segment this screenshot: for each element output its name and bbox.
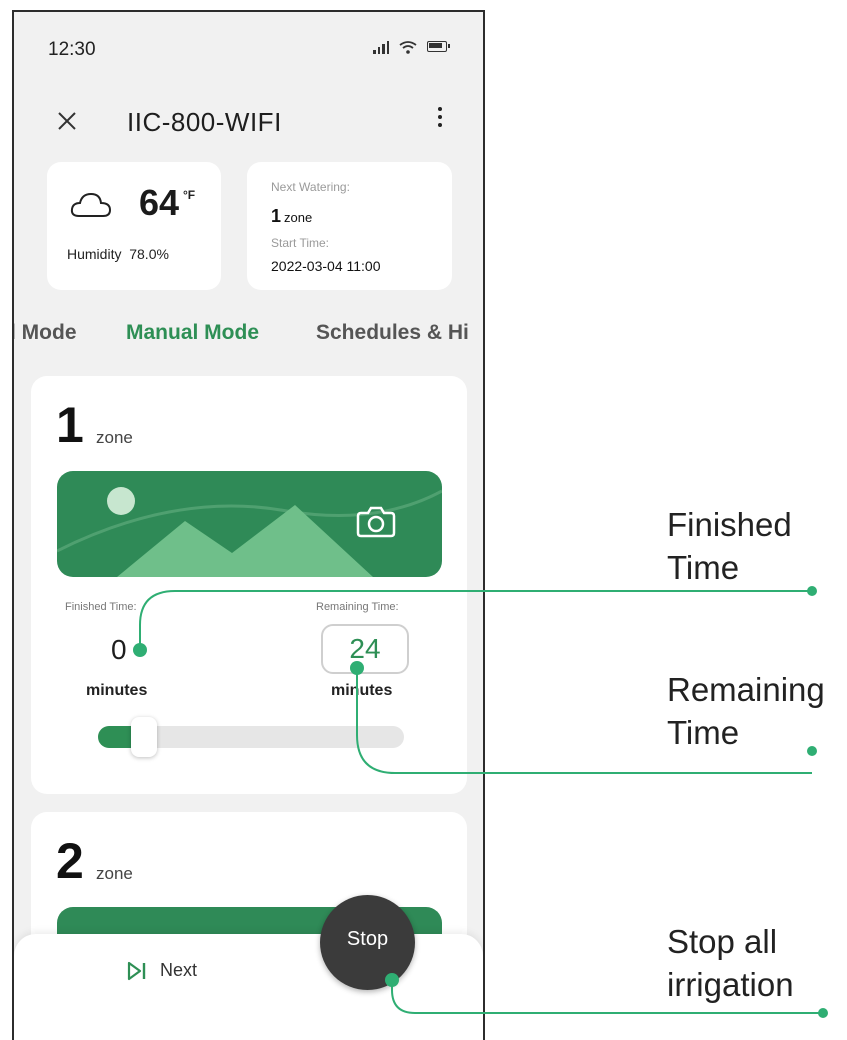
finished-time-unit: minutes xyxy=(86,682,148,699)
tab-manual-mode[interactable]: Manual Mode xyxy=(126,321,259,345)
zone-label: zone xyxy=(96,864,133,883)
start-time-value: 2022-03-04 11:00 xyxy=(271,258,381,274)
temperature-unit: °F xyxy=(183,188,196,202)
finished-time-annotation: Finished Time xyxy=(667,506,792,586)
next-watering-card[interactable]: Next Watering: 1 zone Start Time: 2022-03… xyxy=(247,162,452,290)
weather-card: 64 °F Humidity 78.0% xyxy=(47,162,221,290)
finished-time-label: Finished Time: xyxy=(65,601,137,613)
cloud-icon xyxy=(70,192,112,217)
stop-label: Stop xyxy=(346,928,389,950)
tab-schedules-history[interactable]: Schedules & Hi xyxy=(316,321,469,345)
remaining-time-annotation: Remaining Time xyxy=(667,671,825,751)
tab-auto-mode[interactable]: l Mode xyxy=(14,321,77,345)
wifi-icon xyxy=(399,41,417,54)
status-bar: 12:30 xyxy=(14,12,483,82)
zone-image[interactable] xyxy=(57,471,442,577)
stop-all-annotation: Stop all irrigation xyxy=(667,923,794,1003)
camera-icon[interactable] xyxy=(355,503,397,539)
zone-number: 2 xyxy=(56,833,84,889)
remaining-time-input[interactable]: 24 xyxy=(321,624,409,674)
more-vertical-icon[interactable] xyxy=(435,107,445,133)
status-icons xyxy=(373,40,450,54)
next-label: Next xyxy=(160,960,198,980)
next-button[interactable]: Next xyxy=(126,960,197,981)
stop-button[interactable]: Stop xyxy=(320,895,415,990)
zone-label: zone xyxy=(96,428,133,447)
temperature-value: 64 xyxy=(139,182,180,223)
close-icon[interactable] xyxy=(52,105,82,135)
humidity-text: Humidity 78.0% xyxy=(67,246,169,262)
remaining-time-unit: minutes xyxy=(331,682,393,699)
zone-number: 1 xyxy=(56,397,84,453)
finished-time-value: 0 xyxy=(111,634,127,665)
app-header: IIC-800-WIFI xyxy=(14,97,483,147)
slider-handle[interactable] xyxy=(131,717,157,757)
mode-tabs: l Mode Manual Mode Schedules & Hi xyxy=(14,317,483,357)
phone-screen: 12:30 IIC-800-WIFI 64 °F Humidity 78.0% xyxy=(12,10,485,1040)
start-time-label: Start Time: xyxy=(271,236,330,250)
device-title: IIC-800-WIFI xyxy=(127,107,282,137)
remaining-time-label: Remaining Time: xyxy=(316,601,399,613)
signal-icon xyxy=(373,40,389,54)
battery-icon xyxy=(427,41,450,52)
remaining-time-value: 24 xyxy=(349,633,381,664)
next-watering-zone: 1 zone xyxy=(271,206,313,226)
next-watering-label: Next Watering: xyxy=(271,180,350,194)
progress-fill xyxy=(98,726,135,748)
progress-slider[interactable] xyxy=(98,717,404,757)
status-time: 12:30 xyxy=(48,39,96,60)
zone-card: 1 zone Finished Time: Remaining Time: 0 … xyxy=(31,376,467,794)
skip-next-icon xyxy=(127,961,146,980)
